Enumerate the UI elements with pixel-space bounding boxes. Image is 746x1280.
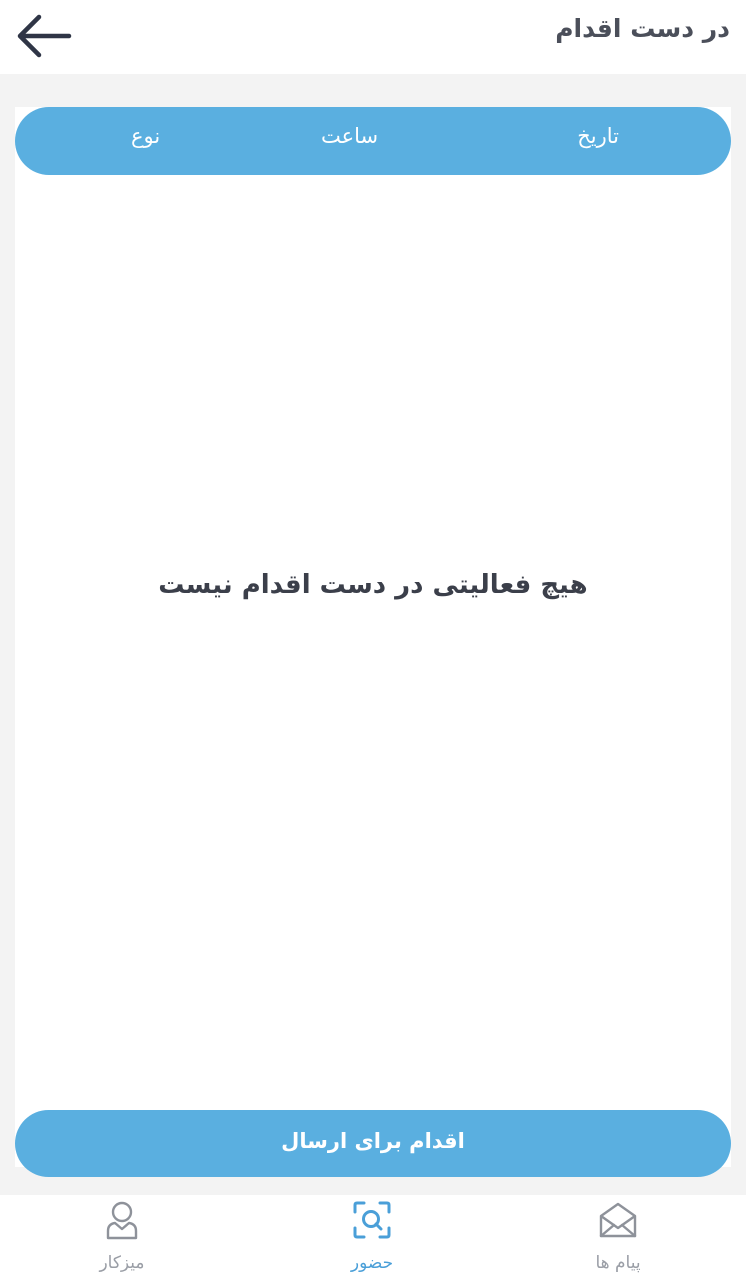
nav-item-messages[interactable]: پیام ها (538, 1195, 698, 1280)
arrow-left-icon (17, 14, 72, 58)
column-type[interactable]: نوع (131, 107, 160, 175)
app-screen: در دست اقدام تاریخ ساعت نوع هیچ فعالیتی … (0, 0, 746, 1280)
envelope-open-icon (597, 1199, 639, 1241)
send-action-button[interactable]: اقدام برای ارسال (15, 1110, 731, 1177)
empty-state-message: هیچ فعالیتی در دست اقدام نیست (158, 570, 588, 600)
nav-label-attendance: حضور (350, 1253, 394, 1273)
back-button[interactable] (10, 8, 76, 64)
content-panel (15, 107, 731, 1167)
nav-item-desk[interactable]: میزکار (42, 1195, 202, 1280)
send-action-label: اقدام برای ارسال (281, 1128, 465, 1153)
column-time[interactable]: ساعت (321, 107, 378, 175)
column-date[interactable]: تاریخ (577, 107, 619, 175)
table-header: تاریخ ساعت نوع (15, 107, 731, 175)
nav-label-messages: پیام ها (595, 1253, 641, 1273)
user-icon (101, 1199, 143, 1241)
nav-label-desk: میزکار (99, 1253, 145, 1273)
nav-item-attendance[interactable]: حضور (292, 1195, 452, 1280)
scan-icon (351, 1199, 393, 1241)
top-bar: در دست اقدام (0, 0, 746, 74)
page-title: در دست اقدام (555, 14, 730, 43)
bottom-navigation: میزکار حضور پیام ها (0, 1195, 746, 1280)
